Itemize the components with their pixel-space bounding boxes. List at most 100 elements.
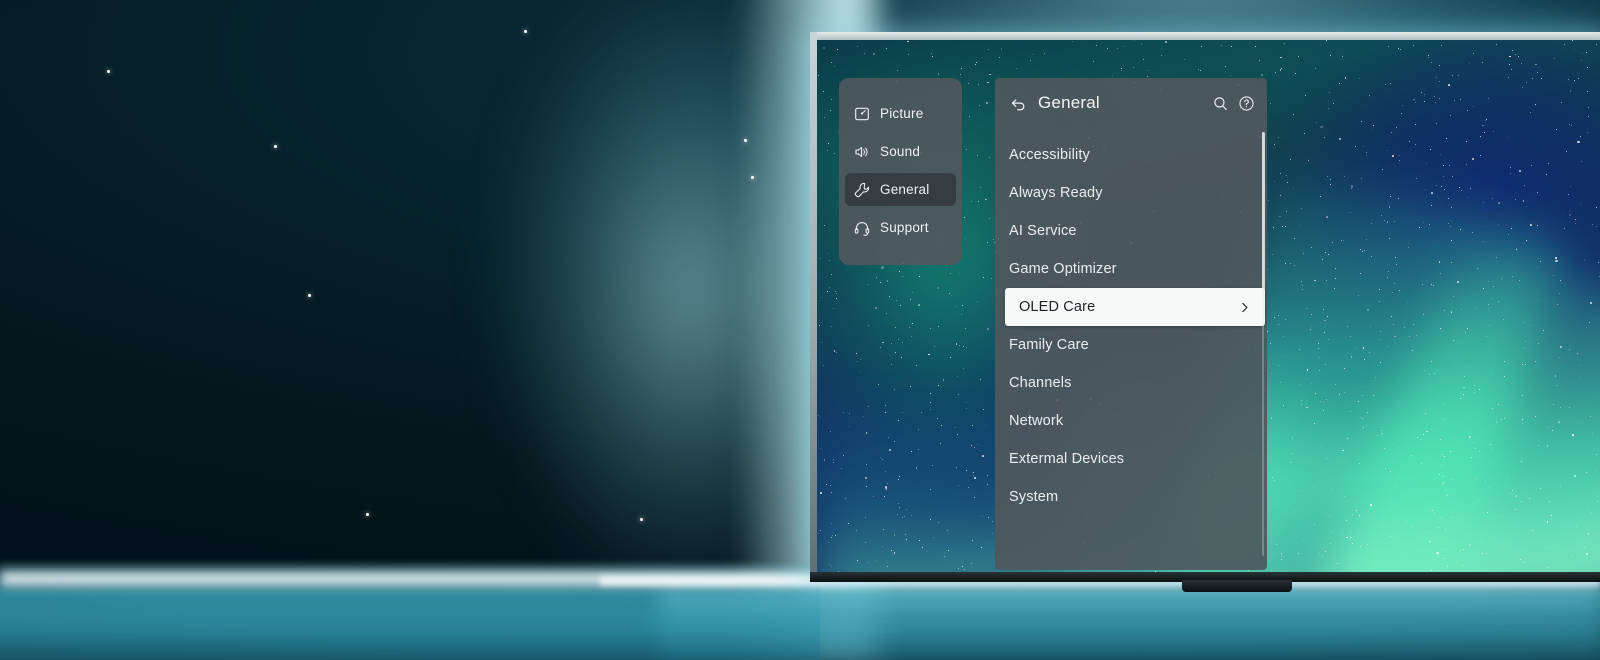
wallpaper-star [1441,472,1442,473]
wallpaper-star [1440,328,1441,329]
wallpaper-star [1280,57,1282,59]
wallpaper-star [1351,185,1353,187]
wallpaper-star [975,64,976,65]
wallpaper-star [818,75,819,76]
wallpaper-star [1412,350,1413,351]
wallpaper-star [1345,77,1347,79]
back-arrow-icon[interactable] [1009,94,1028,113]
settings-list-item-label: Network [1009,413,1063,429]
settings-item-list: Accessibility Always Ready AI ServiceGame … [995,128,1267,516]
wallpaper-star [1445,186,1446,187]
wallpaper-star [1486,119,1487,120]
wallpaper-star [1518,56,1519,57]
wallpaper-star [1460,229,1461,230]
wallpaper-star [1523,201,1524,202]
settings-list-item-label: Extermal Devices [1009,451,1124,467]
wallpaper-star [1281,559,1282,560]
wallpaper-star [1231,46,1232,47]
wallpaper-star [1496,257,1497,258]
wallpaper-star [1337,563,1338,564]
wallpaper-star [1560,280,1561,281]
wallpaper-star [1285,319,1286,320]
sidebar-item-sound[interactable]: Sound [845,135,956,168]
settings-list-item[interactable]: Extermal Devices [995,440,1267,478]
wallpaper-star [1281,68,1282,69]
wallpaper-star [1301,404,1302,405]
wallpaper-star [1498,301,1499,302]
picture-icon [853,105,871,123]
wallpaper-star [1543,330,1544,331]
settings-list-item[interactable]: Always Ready [995,174,1267,212]
wallpaper-star [1141,43,1143,45]
wallpaper-star [907,41,909,43]
wallpaper-star [1283,336,1284,337]
wallpaper-star [1496,44,1497,45]
wallpaper-star [1330,55,1331,56]
sidebar-item-label: Support [880,220,929,235]
wallpaper-star [1469,544,1471,546]
background-star [751,176,754,179]
settings-list-item[interactable]: OLED Care [1005,288,1265,326]
wallpaper-star [1482,553,1483,554]
wallpaper-star [1432,510,1433,511]
settings-list-item[interactable]: AI Service [995,212,1267,250]
wallpaper-star [1469,436,1471,438]
wallpaper-star [1299,225,1300,226]
wallpaper-star [1093,61,1094,62]
wallpaper-star [1290,462,1292,464]
settings-list-item[interactable]: System [995,478,1267,516]
wallpaper-star [1571,125,1572,126]
wallpaper-star [1572,40,1573,41]
settings-list-item[interactable]: Family Care [995,326,1267,364]
wallpaper-star [1360,417,1361,418]
wallpaper-star [1320,196,1321,197]
settings-list-item[interactable]: Accessibility [995,136,1267,174]
settings-list-item-label: Accessibility [1009,147,1090,163]
settings-list-item[interactable]: Network [995,402,1267,440]
wallpaper-star [1443,476,1444,477]
wallpaper-star [1482,62,1483,63]
wallpaper-star [1298,553,1299,554]
help-icon[interactable] [1238,95,1255,112]
wallpaper-star [1579,377,1580,378]
wallpaper-star [1453,340,1454,341]
wallpaper-star [1416,335,1417,336]
wallpaper-star [1442,454,1443,455]
wallpaper-star [1301,400,1302,401]
wallpaper-star [1315,393,1316,394]
wallpaper-star [1454,100,1455,101]
settings-list-item[interactable]: Game Optimizer [995,250,1267,288]
settings-list-item-label: Family Care [1009,337,1089,353]
settings-list-item-label: Always Ready [1009,185,1103,201]
wallpaper-star [1361,121,1362,122]
scrollbar-thumb[interactable] [1262,132,1265,318]
wallpaper-star [828,542,829,543]
sidebar-item-general[interactable]: General [845,173,956,206]
sidebar-item-picture[interactable]: Picture [845,97,956,130]
background-star [308,294,311,297]
wallpaper-star [1483,202,1484,203]
wallpaper-star [1580,204,1581,205]
wallpaper-star [1507,137,1508,138]
sidebar-item-support[interactable]: Support [845,211,956,244]
wallpaper-star [1363,427,1364,428]
wallpaper-star [1480,155,1481,156]
wallpaper-star [1303,253,1304,254]
background-star [640,518,643,521]
wallpaper-star [1597,501,1598,502]
wallpaper-star [1314,423,1316,425]
wallpaper-star [1548,163,1549,164]
wallpaper-star [823,569,824,570]
wallpaper-star [1390,471,1391,472]
wallpaper-star [961,68,962,69]
wallpaper-star [1589,322,1591,324]
search-icon[interactable] [1212,95,1229,112]
wallpaper-star [1577,141,1579,143]
wallpaper-star [1259,60,1260,61]
wallpaper-star [1330,184,1331,185]
settings-list-item[interactable]: Channels [995,364,1267,402]
wallpaper-star [1512,276,1513,277]
wallpaper-star [1320,126,1322,128]
wallpaper-star [1569,349,1570,350]
wallpaper-star [1436,185,1437,186]
